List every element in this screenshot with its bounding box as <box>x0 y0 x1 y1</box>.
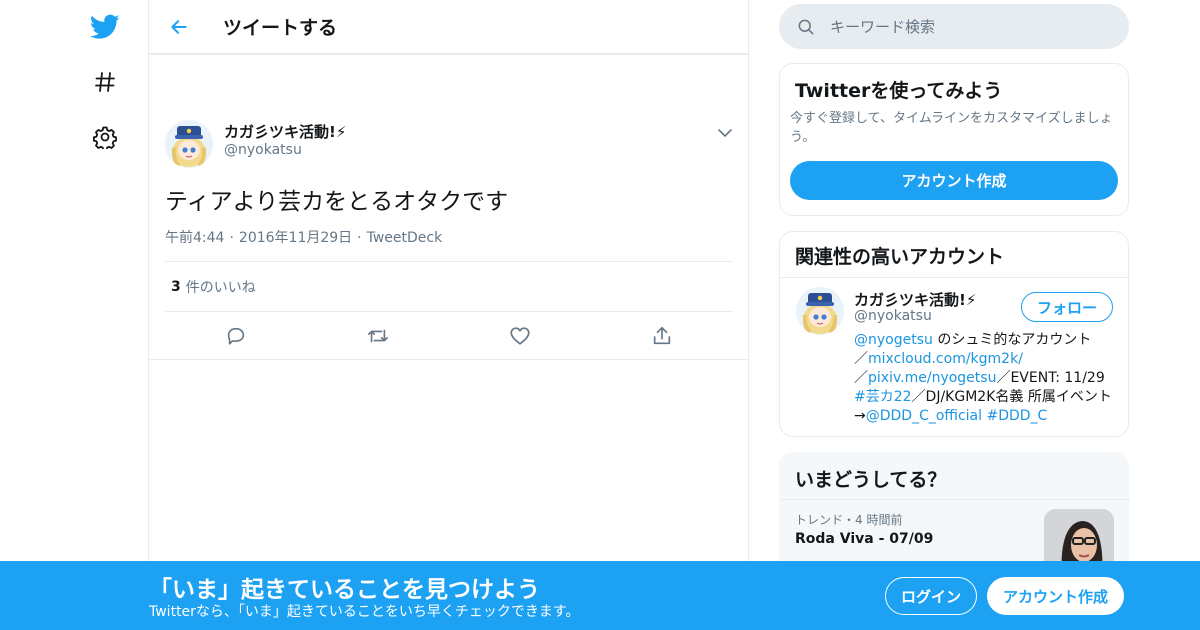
tweet-source[interactable]: TweetDeck <box>367 230 443 246</box>
hashtag-icon[interactable] <box>90 67 120 97</box>
retweet-icon[interactable] <box>366 324 390 348</box>
avatar[interactable] <box>165 120 213 168</box>
tweet-stats[interactable]: 3 件のいいね <box>165 261 733 312</box>
avatar[interactable] <box>796 287 844 335</box>
trends-title: いまどうしてる？ <box>795 469 947 491</box>
bio-text: のシュミ的なアカウント <box>932 332 1092 348</box>
bio-link[interactable]: mixcloud.com/kgm2k/ <box>868 351 1023 367</box>
chevron-down-icon[interactable] <box>717 124 733 143</box>
left-nav <box>0 0 149 630</box>
create-account-button[interactable]: アカウント作成 <box>790 161 1118 200</box>
twitter-bird-icon[interactable] <box>90 12 120 42</box>
back-button[interactable] <box>149 0 209 54</box>
related-accounts-card: 関連性の高いアカウント カガ彡ツキ活動!⚡ @nyokatsu フォロー @ny… <box>779 231 1129 437</box>
main-header: ツイートする <box>149 0 748 54</box>
tweet-time: 午前4:44 <box>165 230 225 246</box>
likes-count: 3 <box>171 278 181 295</box>
divider <box>780 277 1128 278</box>
likes-label: 件のいいね <box>185 279 256 296</box>
tweet-meta: 午前4:44 · 2016年11月29日 · TweetDeck <box>165 227 442 247</box>
tweet-detail: カガ彡ツキ活動!⚡ @nyokatsu ティアより芸カをとるオタクです 午前4:… <box>149 54 748 360</box>
login-button[interactable]: ログイン <box>885 577 977 615</box>
related-account-bio: @nyogetsu のシュミ的なアカウント ／mixcloud.com/kgm2k… <box>854 331 1114 426</box>
signup-card-description: 今すぐ登録して、タイムラインをカスタマイズしましょう。 <box>790 111 1113 145</box>
related-accounts-title: 関連性の高いアカウント <box>795 246 1005 268</box>
search-input[interactable] <box>830 17 1110 36</box>
related-account-handle[interactable]: @nyokatsu <box>854 308 932 324</box>
banner-title: 「いま」起きていることを見つけよう <box>149 577 540 603</box>
arrow-left-icon <box>171 19 187 34</box>
related-account-name[interactable]: カガ彡ツキ活動!⚡ <box>854 289 976 310</box>
bio-link[interactable]: pixiv.me/nyogetsu <box>868 370 996 386</box>
follow-button[interactable]: フォロー <box>1021 292 1113 322</box>
bio-text: ／EVENT: 11/29 <box>996 370 1105 386</box>
search-icon <box>798 19 814 34</box>
separator-dot: · <box>229 230 234 246</box>
signup-card: Twitterを使ってみよう 今すぐ登録して、タイムラインをカスタマイズしましょ… <box>779 63 1129 216</box>
signup-banner: 「いま」起きていることを見つけよう Twitterなら、「いま」起きていることを… <box>0 561 1200 630</box>
bio-link[interactable]: @DDD_C_official <box>866 408 982 424</box>
bio-link[interactable]: #DDD_C <box>986 408 1047 424</box>
bio-link[interactable]: #芸カ22 <box>854 389 912 405</box>
signup-card-title: Twitterを使ってみよう <box>795 80 1003 102</box>
tweet-actions <box>149 312 748 360</box>
bio-text: ／ <box>854 370 868 386</box>
bio-link[interactable]: @nyogetsu <box>854 332 933 348</box>
signup-button[interactable]: アカウント作成 <box>987 577 1124 615</box>
main-column: ツイートする カガ彡ツキ活動!⚡ @nyokatsu ティアより芸カをとるオタク… <box>149 0 749 630</box>
reply-icon[interactable] <box>224 324 248 348</box>
heart-icon[interactable] <box>508 324 532 348</box>
author-handle[interactable]: @nyokatsu <box>224 142 302 158</box>
page-title: ツイートする <box>223 17 338 39</box>
trend-meta: トレンド・4 時間前 <box>795 513 903 527</box>
tweet-date: 2016年11月29日 <box>238 230 353 246</box>
bio-text: ／ <box>854 351 868 367</box>
share-icon[interactable] <box>650 324 674 348</box>
divider <box>780 499 1130 500</box>
trend-name[interactable]: Roda Viva - 07/09 <box>795 531 933 547</box>
author-name[interactable]: カガ彡ツキ活動!⚡ <box>224 121 346 142</box>
banner-subtitle: Twitterなら、「いま」起きていることをいち早くチェックできます。 <box>149 604 580 620</box>
search-box[interactable] <box>779 4 1129 49</box>
gear-icon[interactable] <box>90 122 120 152</box>
separator-dot: · <box>357 230 362 246</box>
tweet-text: ティアより芸カをとるオタクです <box>165 189 509 215</box>
